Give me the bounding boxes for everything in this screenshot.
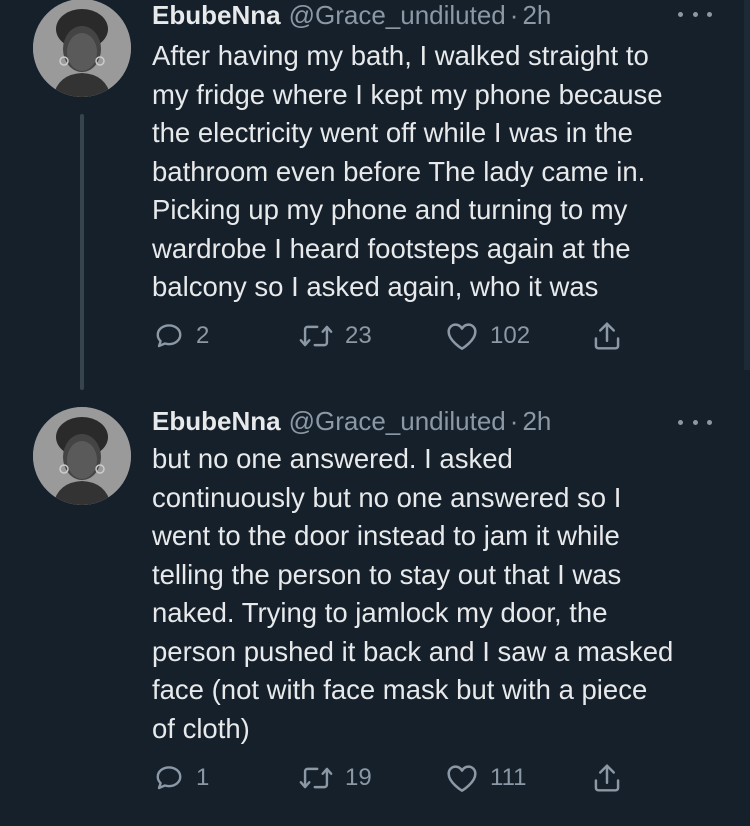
avatar-image bbox=[33, 407, 131, 505]
share-icon bbox=[594, 322, 620, 350]
share-button[interactable] bbox=[592, 758, 622, 798]
separator: · bbox=[509, 0, 519, 30]
username[interactable]: @Grace_undiluted bbox=[289, 0, 506, 31]
thread-line bbox=[80, 114, 84, 390]
tweet-header: EbubeNna @Grace_undiluted · 2h bbox=[152, 406, 551, 440]
retweet-count: 19 bbox=[345, 764, 372, 791]
reply-icon bbox=[156, 766, 182, 790]
timestamp[interactable]: 2h bbox=[522, 0, 551, 31]
like-button[interactable]: 102 bbox=[446, 316, 530, 356]
tweet-actions: 1 19 111 bbox=[152, 758, 632, 798]
tweet-header: EbubeNna @Grace_undiluted · 2h bbox=[152, 0, 551, 34]
tweet-text: but no one answered. I asked continuousl… bbox=[152, 443, 674, 744]
tweet-actions: 2 23 102 bbox=[152, 316, 632, 356]
reply-button[interactable]: 1 bbox=[154, 758, 209, 798]
like-button[interactable]: 111 bbox=[446, 758, 526, 798]
retweet-button[interactable]: 23 bbox=[299, 316, 372, 356]
separator: · bbox=[509, 406, 519, 436]
reply-icon bbox=[156, 324, 182, 348]
avatar[interactable] bbox=[33, 0, 131, 97]
share-button[interactable] bbox=[592, 316, 622, 356]
scrollbar[interactable] bbox=[744, 0, 750, 370]
reply-button[interactable]: 2 bbox=[154, 316, 209, 356]
retweet-icon bbox=[299, 767, 333, 789]
timestamp[interactable]: 2h bbox=[522, 406, 551, 437]
like-count: 102 bbox=[490, 322, 531, 349]
reply-count: 2 bbox=[196, 322, 210, 349]
heart-icon bbox=[447, 765, 477, 792]
tweet-2: EbubeNna @Grace_undiluted · 2h but no on… bbox=[0, 404, 750, 826]
more-icon[interactable] bbox=[678, 4, 712, 24]
username[interactable]: @Grace_undiluted bbox=[289, 406, 506, 437]
avatar-image bbox=[33, 0, 131, 97]
more-icon[interactable] bbox=[678, 412, 712, 432]
tweet-1: EbubeNna @Grace_undiluted · 2h After hav… bbox=[0, 0, 750, 390]
avatar[interactable] bbox=[33, 407, 131, 505]
retweet-button[interactable]: 19 bbox=[299, 758, 372, 798]
display-name[interactable]: EbubeNna bbox=[152, 406, 281, 437]
like-count: 111 bbox=[490, 764, 527, 791]
tweet-text: After having my bath, I walked straight … bbox=[152, 40, 663, 302]
share-icon bbox=[594, 764, 620, 792]
heart-icon bbox=[447, 323, 477, 350]
reply-count: 1 bbox=[196, 764, 210, 791]
retweet-count: 23 bbox=[345, 322, 372, 349]
retweet-icon bbox=[299, 325, 333, 347]
display-name[interactable]: EbubeNna bbox=[152, 0, 281, 31]
